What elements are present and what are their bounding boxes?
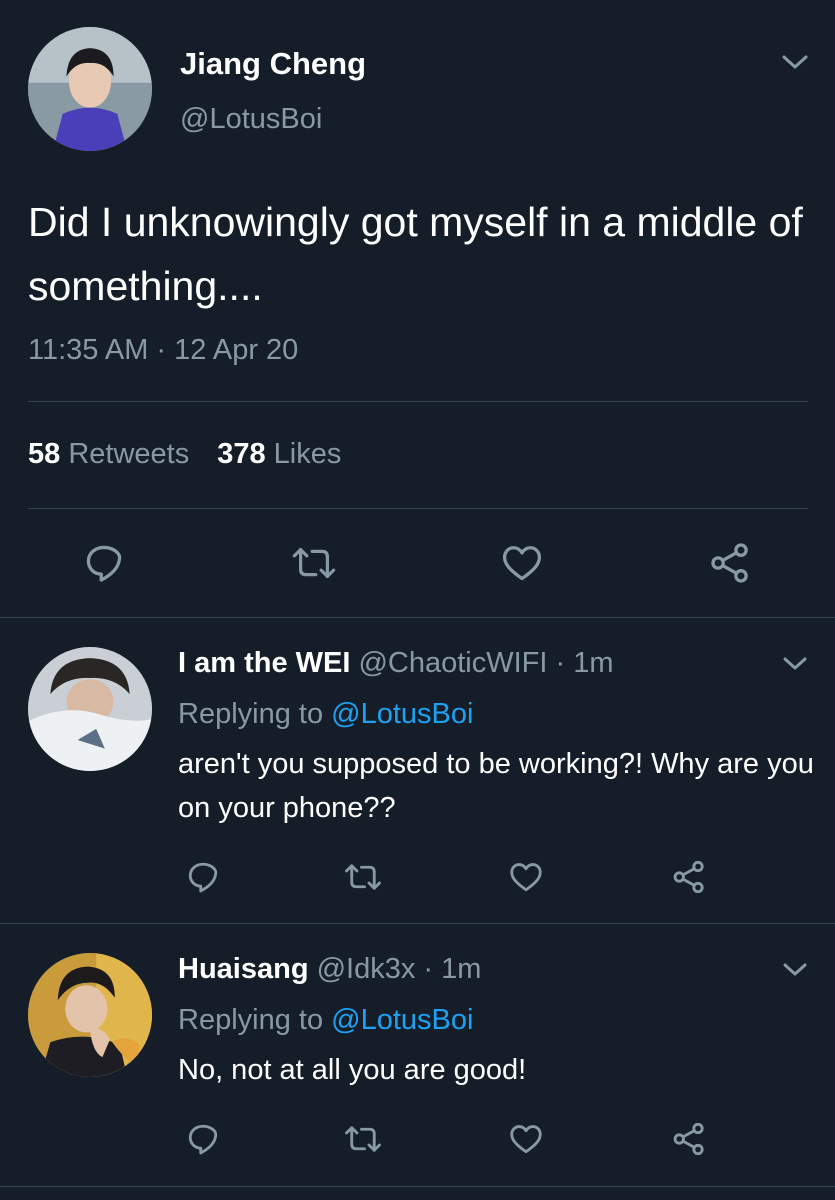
reply-tweet: I am the WEI @ChaoticWIFI · 1m Replying …: [0, 618, 835, 923]
reply-icon: [86, 545, 122, 582]
main-tweet: Jiang Cheng @LotusBoi Did I unknowingly …: [0, 0, 835, 617]
chevron-down-icon[interactable]: [780, 960, 810, 980]
mention-link[interactable]: @LotusBoi: [331, 1004, 473, 1036]
replying-prefix: Replying to: [178, 1004, 324, 1036]
retweet-button[interactable]: [340, 858, 386, 896]
tweet-stats: 58 Retweets 378 Likes: [28, 438, 341, 471]
reply-icon: [188, 1124, 218, 1155]
like-icon: [502, 546, 542, 581]
retweets-stat[interactable]: 58 Retweets: [28, 438, 189, 470]
avatar[interactable]: [28, 953, 152, 1077]
like-button[interactable]: [496, 540, 548, 586]
divider: [28, 401, 808, 402]
reply-header: Huaisang @Idk3x · 1m: [178, 953, 481, 986]
divider: [0, 1186, 835, 1187]
likes-label: Likes: [273, 438, 342, 470]
avatar[interactable]: [28, 647, 152, 771]
like-icon: [510, 1125, 542, 1154]
reply-header: I am the WEI @ChaoticWIFI · 1m: [178, 647, 614, 680]
retweet-icon: [345, 864, 381, 890]
share-button[interactable]: [704, 540, 756, 586]
tweet-text: Did I unknowingly got myself in a middle…: [28, 199, 803, 309]
mention-link[interactable]: @LotusBoi: [331, 698, 473, 730]
chevron-down-icon[interactable]: [780, 52, 810, 72]
replying-to-line: Replying to @LotusBoi: [178, 698, 473, 731]
meta-separator: ·: [415, 953, 442, 985]
avatar-photo: [28, 647, 152, 771]
retweets-label: Retweets: [68, 438, 190, 470]
tweet-timestamp[interactable]: 11:35 AM · 12 Apr 20: [28, 334, 298, 367]
reply-button[interactable]: [78, 540, 130, 586]
reply-icon: [188, 862, 218, 893]
reply-tweet: Huaisang @Idk3x · 1m Replying to @LotusB…: [0, 924, 835, 1186]
reply-text: aren't you supposed to be working?! Why …: [178, 748, 814, 824]
share-icon: [711, 543, 748, 583]
reply-button[interactable]: [182, 858, 224, 896]
share-icon: [673, 1122, 704, 1156]
divider: [28, 508, 808, 509]
avatar-photo: [28, 27, 152, 151]
display-name[interactable]: Jiang Cheng: [180, 46, 366, 82]
reply-time[interactable]: 1m: [573, 647, 613, 679]
avatar[interactable]: [28, 27, 152, 151]
retweet-icon: [292, 548, 336, 578]
meta-separator: ·: [547, 647, 574, 679]
reply-time[interactable]: 1m: [441, 953, 481, 985]
retweets-count: 58: [28, 438, 61, 470]
likes-count: 378: [217, 438, 266, 470]
display-name[interactable]: I am the WEI: [178, 647, 350, 679]
share-icon: [673, 860, 704, 894]
retweet-icon: [345, 1126, 381, 1152]
share-button[interactable]: [668, 858, 710, 896]
replying-to-line: Replying to @LotusBoi: [178, 1004, 473, 1037]
like-button[interactable]: [505, 858, 547, 896]
replying-prefix: Replying to: [178, 698, 324, 730]
user-handle[interactable]: @Idk3x: [317, 953, 416, 985]
share-button[interactable]: [668, 1120, 710, 1158]
like-button[interactable]: [505, 1120, 547, 1158]
like-icon: [510, 863, 542, 892]
retweet-button[interactable]: [340, 1120, 386, 1158]
chevron-down-icon[interactable]: [780, 654, 810, 674]
retweet-button[interactable]: [286, 540, 342, 586]
reply-button[interactable]: [182, 1120, 224, 1158]
avatar-photo: [28, 953, 152, 1077]
user-handle[interactable]: @LotusBoi: [180, 103, 322, 136]
likes-stat[interactable]: 378 Likes: [217, 438, 341, 470]
display-name[interactable]: Huaisang: [178, 953, 309, 985]
reply-text: No, not at all you are good!: [178, 1054, 527, 1086]
user-handle[interactable]: @ChaoticWIFI: [358, 647, 547, 679]
